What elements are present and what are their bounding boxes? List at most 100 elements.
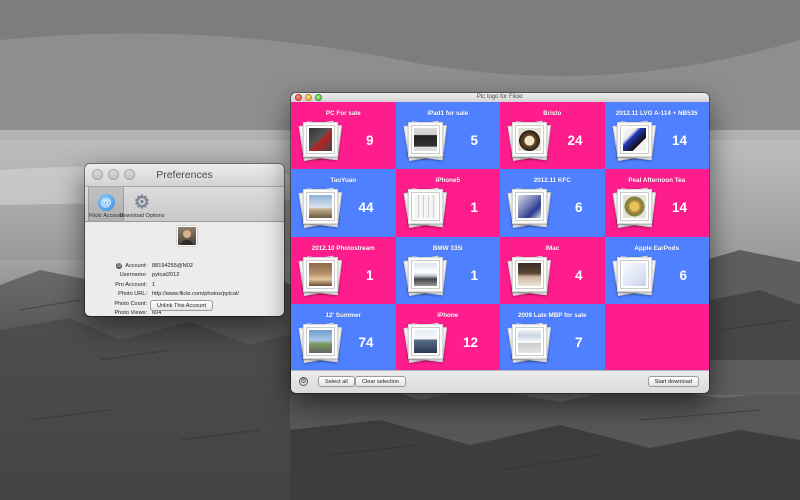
tab-label: Download Options: [119, 213, 165, 219]
photo-count: 1: [365, 267, 374, 283]
preferences-title: Preferences: [156, 169, 213, 181]
photo-thumbnail: [622, 128, 646, 151]
tab-label: Flickr Account: [88, 213, 124, 219]
photo-count: 6: [679, 267, 687, 283]
album-tile[interactable]: 2012.11 KFC 6: [500, 169, 605, 237]
photo-thumbnail: [518, 128, 541, 151]
album-name: iMac: [545, 244, 560, 252]
album-tile[interactable]: Peal Afternoon Tea 14: [604, 169, 709, 237]
pic-togo-window: Pic togo for Flickr PC For sale 9 iPad1 fo…: [291, 93, 709, 393]
main-footer: ⚙ Select all Clear selection Start downl…: [291, 370, 709, 393]
empty-tile: [604, 303, 709, 371]
album-tile[interactable]: TaoYuan 44: [291, 169, 396, 237]
tab-download-options[interactable]: ⚙ Download Options: [120, 187, 165, 221]
avatar: [177, 226, 197, 246]
photo-thumbnail: [518, 262, 541, 286]
clear-selection-button[interactable]: Clear selection: [355, 376, 406, 387]
photo-count: 12: [462, 334, 478, 350]
album-tile[interactable]: Apple EarPods 6: [604, 236, 709, 304]
photo-stack-thumbnail: [298, 322, 342, 363]
field-key: Photo Count:: [114, 300, 147, 307]
photo-count: 4: [574, 267, 583, 283]
at-icon: @: [97, 194, 115, 211]
album-tile[interactable]: 2012.10 Photostream 1: [291, 236, 396, 304]
field-value: pytcat2012: [152, 272, 180, 279]
photo-thumbnail: [309, 128, 332, 151]
select-all-button[interactable]: Select all: [318, 376, 355, 387]
album-tile[interactable]: PC For sale 9: [291, 102, 396, 170]
settings-gear-icon[interactable]: ⚙: [299, 377, 308, 386]
field-row: Username: pytcat2012: [85, 271, 284, 280]
photo-thumbnail: [518, 329, 541, 353]
photo-count: 5: [470, 133, 478, 148]
album-name: 2009 Late MBP for sale: [518, 311, 587, 319]
photo-stack-thumbnail: [298, 188, 342, 229]
album-name: Bristo: [543, 110, 562, 117]
field-value: 88194255@N02: [152, 263, 193, 269]
album-tile[interactable]: iPad1 for sale 5: [395, 102, 500, 170]
album-name: Peal Afternoon Tea: [628, 177, 686, 185]
album-tile[interactable]: 2012.11 LVG A-114 + NB535 14: [604, 102, 709, 170]
preferences-toolbar: @ Flickr Account ⚙ Download Options: [85, 187, 284, 222]
photo-stack-thumbnail: [298, 255, 342, 296]
album-name: TaoYuan: [330, 177, 357, 185]
album-tile[interactable]: iPhone 12: [395, 303, 500, 371]
photo-stack-thumbnail: [403, 322, 447, 363]
field-value: 1: [152, 281, 156, 288]
photo-thumbnail: [518, 195, 541, 219]
album-tile[interactable]: 2009 Late MBP for sale 7: [500, 303, 605, 371]
photo-stack-thumbnail: [507, 255, 551, 296]
account-icon: @: [116, 262, 123, 269]
album-name: PC For sale: [325, 110, 361, 117]
album-name: 2012.10 Photostream: [311, 244, 375, 252]
photo-count: 1: [470, 267, 478, 283]
album-tile[interactable]: 12' Summer 74: [291, 303, 396, 371]
photo-thumbnail: [622, 262, 646, 286]
photo-count: 14: [671, 133, 687, 148]
photo-thumbnail: [622, 195, 646, 219]
photo-stack-thumbnail: [507, 120, 551, 161]
field-row: @ Account: 88194255@N02: [85, 262, 284, 271]
photo-thumbnail: [413, 195, 437, 219]
photo-count: 6: [574, 200, 583, 216]
album-name: Apple EarPods: [634, 244, 680, 252]
field-key: Photo Views:: [114, 309, 147, 316]
field-row: Pro Account: 1: [85, 281, 284, 290]
album-name: iPhone: [437, 311, 459, 319]
photo-count: 9: [365, 133, 374, 148]
album-tile[interactable]: Bristo 24: [500, 102, 605, 170]
album-grid: PC For sale 9 iPad1 for sale 5 Bristo 24 2012.…: [291, 102, 709, 371]
album-tile[interactable]: iPhone5 1: [395, 169, 500, 237]
album-tile[interactable]: BMW 335i 1: [395, 236, 500, 304]
photo-thumbnail: [309, 195, 332, 219]
field-row: Photo URL: http://www.flickr.com/photos/…: [85, 290, 284, 299]
photo-stack-thumbnail: [507, 188, 551, 229]
album-name: 12' Summer: [325, 311, 361, 319]
photo-stack-thumbnail: [403, 188, 447, 229]
album-tile[interactable]: iMac 4: [500, 236, 605, 304]
photo-count: 24: [567, 133, 583, 148]
photo-thumbnail: [309, 262, 332, 286]
gear-icon: ⚙: [133, 192, 151, 212]
unlink-account-button[interactable]: Unlink This Account: [150, 300, 214, 311]
start-download-button[interactable]: Start download: [647, 376, 699, 387]
photo-count: 1: [470, 200, 478, 216]
field-key: Photo URL:: [118, 291, 147, 298]
photo-stack-thumbnail: [507, 322, 551, 363]
photo-count: 14: [671, 200, 687, 216]
album-name: 2012.11 KFC: [533, 177, 571, 185]
album-name: 2012.11 LVG A-114 + NB535: [615, 110, 698, 117]
field-key: Account:: [125, 263, 147, 269]
field-key: Pro Account:: [115, 281, 147, 288]
album-name: BMW 335i: [432, 244, 463, 252]
photo-count: 7: [574, 334, 583, 350]
album-name: iPad1 for sale: [427, 110, 469, 117]
preferences-window: Preferences @ Flickr Account ⚙ Download …: [85, 164, 284, 316]
photo-stack-thumbnail: [612, 120, 656, 161]
field-key: Username:: [119, 272, 147, 279]
preferences-titlebar[interactable]: Preferences: [85, 164, 284, 187]
main-title: Pic togo for Flickr: [476, 94, 524, 100]
photo-thumbnail: [413, 262, 437, 286]
photo-url-link[interactable]: http://www.flickr.com/photos/pytcat/: [152, 290, 284, 299]
photo-stack-thumbnail: [403, 255, 447, 296]
